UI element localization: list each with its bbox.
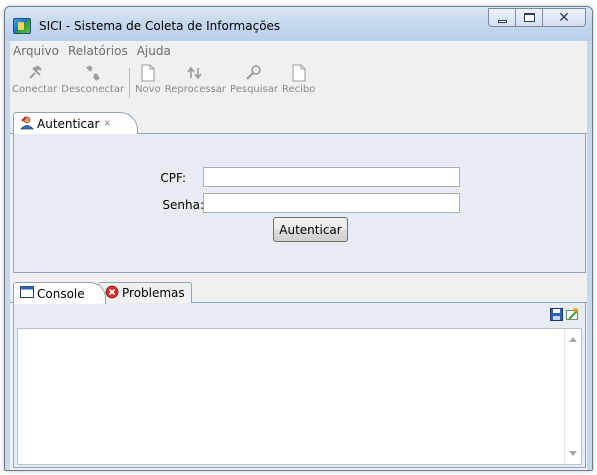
menu-relatorios[interactable]: Relatórios xyxy=(65,44,131,58)
title-bar[interactable]: SICI - Sistema de Coleta de Informações … xyxy=(5,7,592,41)
console-toolbar xyxy=(550,308,579,324)
tab-autenticar[interactable]: Autenticar ✕ xyxy=(13,112,138,135)
new-document-icon xyxy=(138,63,158,83)
save-icon[interactable] xyxy=(550,308,563,324)
tab-problemas-label: Problemas xyxy=(122,286,185,300)
recibo-button[interactable]: Recibo xyxy=(280,60,317,110)
reprocessar-button[interactable]: Reprocessar xyxy=(163,60,228,110)
minimize-button[interactable] xyxy=(488,8,516,27)
window-title: SICI - Sistema de Coleta de Informações xyxy=(39,19,281,33)
scroll-up-icon[interactable] xyxy=(569,337,577,342)
menu-bar: Arquivo Relatórios Ajuda xyxy=(10,41,587,60)
reprocess-icon xyxy=(185,63,205,83)
editor-tabstrip: Autenticar ✕ xyxy=(10,110,587,135)
clear-console-icon[interactable] xyxy=(566,308,579,324)
console-scrollbar[interactable] xyxy=(564,329,581,464)
recibo-label: Recibo xyxy=(282,84,316,95)
minimize-icon xyxy=(498,20,507,23)
maximize-button[interactable] xyxy=(515,8,543,27)
cpf-input[interactable] xyxy=(203,167,460,187)
scroll-down-icon[interactable] xyxy=(569,451,577,456)
maximize-icon xyxy=(524,13,535,22)
sici-app-icon xyxy=(13,18,31,34)
auth-form: CPF: Senha: Autenticar xyxy=(13,134,586,273)
conectar-label: Conectar xyxy=(12,84,58,95)
menu-arquivo[interactable]: Arquivo xyxy=(10,44,62,58)
console-output[interactable] xyxy=(17,328,582,465)
desconectar-button[interactable]: Desconectar xyxy=(59,60,126,110)
tab-console[interactable]: Console xyxy=(13,282,106,304)
search-icon xyxy=(244,63,264,83)
tab-close-icon[interactable]: ✕ xyxy=(103,119,111,129)
novo-button[interactable]: Novo xyxy=(133,60,163,110)
bottom-panel: Console Problemas xyxy=(10,273,587,470)
error-icon xyxy=(105,285,119,302)
disconnect-icon xyxy=(83,63,103,83)
console-panel xyxy=(13,303,586,468)
user-key-icon xyxy=(20,115,34,133)
toolbar: Conectar Desconectar Novo Reprocessar Pe… xyxy=(10,60,587,110)
close-button[interactable]: ✕ xyxy=(542,8,586,27)
pesquisar-label: Pesquisar xyxy=(230,84,278,95)
connect-icon xyxy=(25,63,45,83)
menu-ajuda[interactable]: Ajuda xyxy=(134,44,174,58)
novo-label: Novo xyxy=(135,84,161,95)
tab-problemas[interactable]: Problemas xyxy=(98,282,192,303)
console-icon xyxy=(20,286,34,301)
app-window: SICI - Sistema de Coleta de Informações … xyxy=(4,6,593,471)
tab-console-label: Console xyxy=(37,286,85,301)
pesquisar-button[interactable]: Pesquisar xyxy=(228,60,280,110)
close-icon: ✕ xyxy=(558,10,570,26)
receipt-icon xyxy=(289,63,309,83)
editor-area: Autenticar ✕ CPF: Senha: Autenticar xyxy=(10,110,587,273)
tab-autenticar-label: Autenticar xyxy=(37,117,100,131)
bottom-tabstrip: Console Problemas xyxy=(10,281,587,304)
desconectar-label: Desconectar xyxy=(61,84,125,95)
reprocessar-label: Reprocessar xyxy=(164,84,227,95)
senha-input[interactable] xyxy=(203,193,460,213)
senha-label: Senha: xyxy=(162,198,204,212)
autenticar-button[interactable]: Autenticar xyxy=(273,217,348,242)
cpf-label: CPF: xyxy=(160,171,186,185)
window-controls: ✕ xyxy=(488,8,586,27)
toolbar-separator xyxy=(129,68,131,98)
conectar-button[interactable]: Conectar xyxy=(10,60,59,110)
